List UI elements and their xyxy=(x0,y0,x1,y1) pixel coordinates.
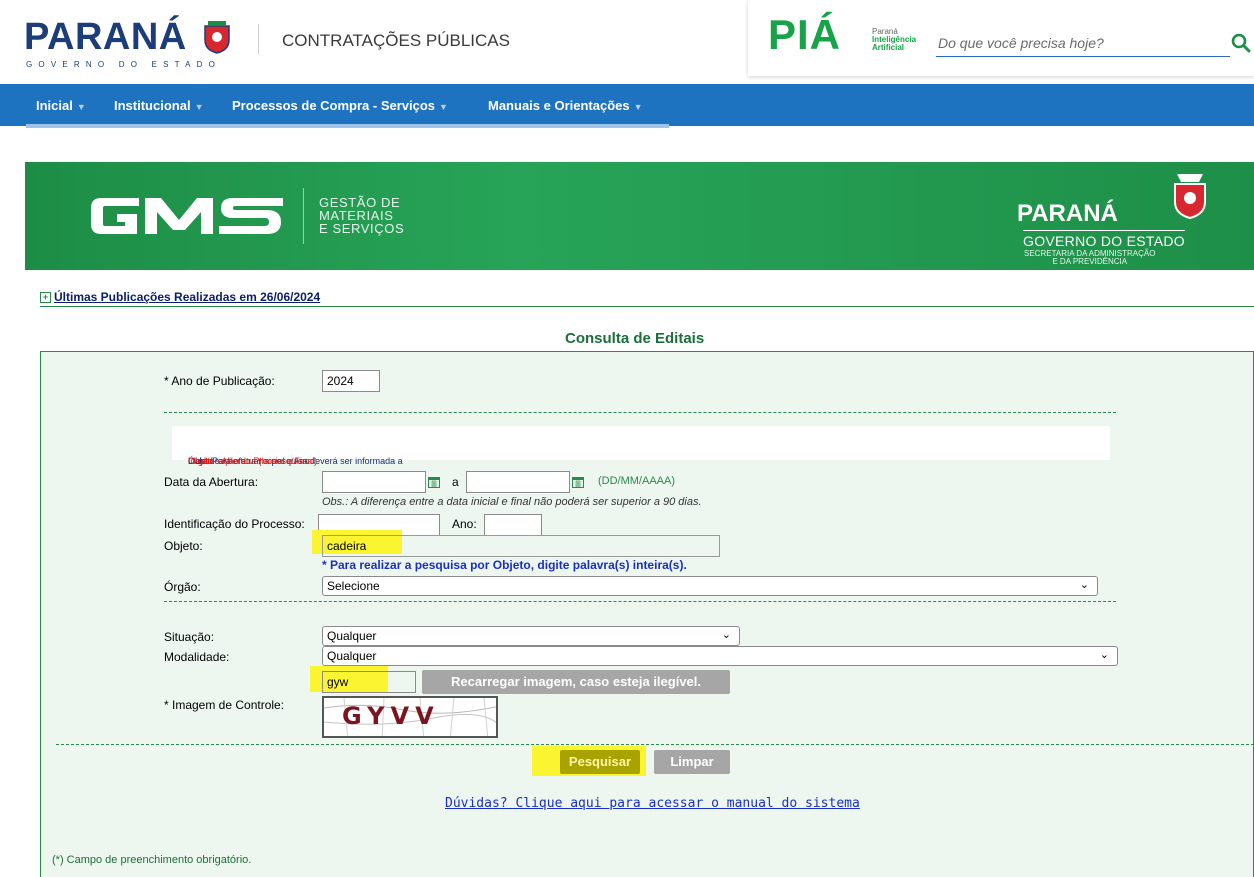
ano-publicacao-label: * Ano de Publicação: xyxy=(164,374,275,388)
banner-secretaria: SECRETARIA DA ADMINISTRAÇÃO E DA PREVIDÊ… xyxy=(1024,250,1155,266)
pesquisar-button[interactable]: Pesquisar xyxy=(560,750,640,774)
captcha-text: GYVV xyxy=(342,702,440,730)
nav-active-underline xyxy=(26,124,669,128)
latest-publications-text[interactable]: Últimas Publicações Realizadas em 26/06/… xyxy=(54,290,320,304)
nav-item-inicial[interactable]: Inicial ▼ xyxy=(36,98,86,113)
calendar-icon[interactable] xyxy=(428,476,440,488)
banner-parana-word: PARANÁ xyxy=(1017,200,1118,227)
data-final-input[interactable] xyxy=(466,471,570,493)
banner-parana-logo: PARANÁ GOVERNO DO ESTADO SECRETARIA DA A… xyxy=(1017,200,1185,266)
modalidade-select-value: Qualquer xyxy=(327,649,377,663)
dashed-divider xyxy=(164,412,1116,413)
required-fields-note: (*) Campo de preenchimento obrigatório. xyxy=(52,854,252,866)
form-title: Consulta de Editais xyxy=(565,330,705,347)
site-title: CONTRATAÇÕES PÚBLICAS xyxy=(282,31,510,50)
gms-divider xyxy=(303,188,304,244)
processo-label: Identificação do Processo: xyxy=(164,517,305,531)
dashed-divider xyxy=(164,601,1116,602)
data-inicial-input[interactable] xyxy=(322,471,426,493)
observation-orgao: Órgão xyxy=(188,456,214,466)
nav-item-label: Processos de Compra - Serviços xyxy=(232,98,436,113)
pia-search-input[interactable] xyxy=(936,30,1230,57)
nav-item-manuais[interactable]: Manuais e Orientações ▼ xyxy=(488,98,643,113)
chevron-down-icon: ▼ xyxy=(194,102,204,112)
chevron-down-icon: ⌄ xyxy=(1079,579,1089,591)
situacao-label: Situação: xyxy=(164,630,215,644)
orgao-select[interactable]: Selecione ⌄ xyxy=(322,576,1098,596)
gms-banner: GESTÃO DE MATERIAIS E SERVIÇOS PARANÁ GO… xyxy=(25,162,1254,270)
objeto-label: Objeto: xyxy=(164,539,203,553)
gms-text: GESTÃO DE MATERIAIS E SERVIÇOS xyxy=(319,196,404,235)
nav-item-label: Inicial xyxy=(36,98,73,113)
latest-publications-link[interactable]: + Últimas Publicações Realizadas em 26/06… xyxy=(40,290,320,304)
pia-tagline: Paraná Inteligência Artificial xyxy=(872,28,916,52)
processo-ano-input[interactable] xyxy=(484,514,542,536)
header-divider xyxy=(258,24,259,54)
calendar-icon[interactable] xyxy=(572,476,584,488)
date-format-hint: (DD/MM/AAAA) xyxy=(598,475,675,487)
search-observation: Obs.: Para efetuar a pesquisa deverá ser… xyxy=(172,426,1110,466)
dashed-divider xyxy=(56,744,1254,745)
pia-tagline-line3: Artificial xyxy=(872,43,905,52)
expand-icon[interactable]: + xyxy=(40,292,51,303)
gms-text-line3: E SERVIÇOS xyxy=(319,221,405,236)
site-header: PARANÁ GOVERNO DO ESTADO CONTRATAÇÕES PÚ… xyxy=(0,0,1254,84)
ano-publicacao-input[interactable] xyxy=(322,370,380,392)
gms-logo-icon xyxy=(91,198,283,234)
search-icon[interactable] xyxy=(1231,33,1251,53)
nav-item-institucional[interactable]: Institucional ▼ xyxy=(114,98,203,113)
chevron-down-icon: ▼ xyxy=(633,102,643,112)
parana-logo[interactable]: PARANÁ GOVERNO DO ESTADO xyxy=(24,16,244,76)
pia-logo[interactable]: PIÁ xyxy=(768,14,841,56)
parana-logo-subtitle: GOVERNO DO ESTADO xyxy=(26,60,222,69)
objeto-note: * Para realizar a pesquisa por Objeto, d… xyxy=(322,558,687,572)
orgao-label: Órgão: xyxy=(164,580,201,594)
pia-search-box: PIÁ Paraná Inteligência Artificial xyxy=(748,0,1254,76)
observation-text-part: . xyxy=(188,456,191,466)
parana-shield-icon xyxy=(1174,174,1206,220)
nav-item-label: Manuais e Orientações xyxy=(488,98,630,113)
situacao-select-value: Qualquer xyxy=(327,629,377,643)
limpar-button[interactable]: Limpar xyxy=(654,750,730,774)
modalidade-select[interactable]: Qualquer ⌄ xyxy=(322,646,1118,666)
nav-item-processos[interactable]: Processos de Compra - Serviços ▼ xyxy=(232,98,448,113)
captcha-input[interactable] xyxy=(322,671,416,693)
chevron-down-icon: ⌄ xyxy=(721,629,731,641)
date-range-separator: a xyxy=(452,475,459,489)
reload-captcha-button[interactable]: Recarregar imagem, caso esteja ilegível. xyxy=(422,670,730,694)
chevron-down-icon: ▼ xyxy=(439,102,448,112)
nav-item-label: Institucional xyxy=(114,98,191,113)
modalidade-label: Modalidade: xyxy=(164,650,230,664)
publications-divider xyxy=(40,306,1254,307)
main-nav: Inicial ▼ Institucional ▼ Processos de Com… xyxy=(0,84,1254,126)
processo-ano-label: Ano: xyxy=(452,517,477,531)
captcha-image: GYVV xyxy=(322,696,498,738)
parana-shield-icon xyxy=(204,21,230,54)
parana-logo-word: PARANÁ xyxy=(24,16,187,58)
objeto-input[interactable] xyxy=(322,535,720,557)
situacao-select[interactable]: Qualquer ⌄ xyxy=(322,626,740,646)
banner-secretaria-line2: E DA PREVIDÊNCIA xyxy=(1052,257,1128,266)
chevron-down-icon: ▼ xyxy=(76,102,86,112)
imagem-controle-label: * Imagem de Controle: xyxy=(164,698,285,712)
orgao-select-value: Selecione xyxy=(327,579,380,593)
chevron-down-icon: ⌄ xyxy=(1099,649,1109,661)
data-abertura-label: Data da Abertura: xyxy=(164,475,259,489)
help-manual-link[interactable]: Dúvidas? Clique aqui para acessar o manu… xyxy=(445,796,860,811)
date-range-hint: Obs.: A diferença entre a data inicial e… xyxy=(322,496,702,508)
banner-governo: GOVERNO DO ESTADO xyxy=(1023,230,1185,249)
